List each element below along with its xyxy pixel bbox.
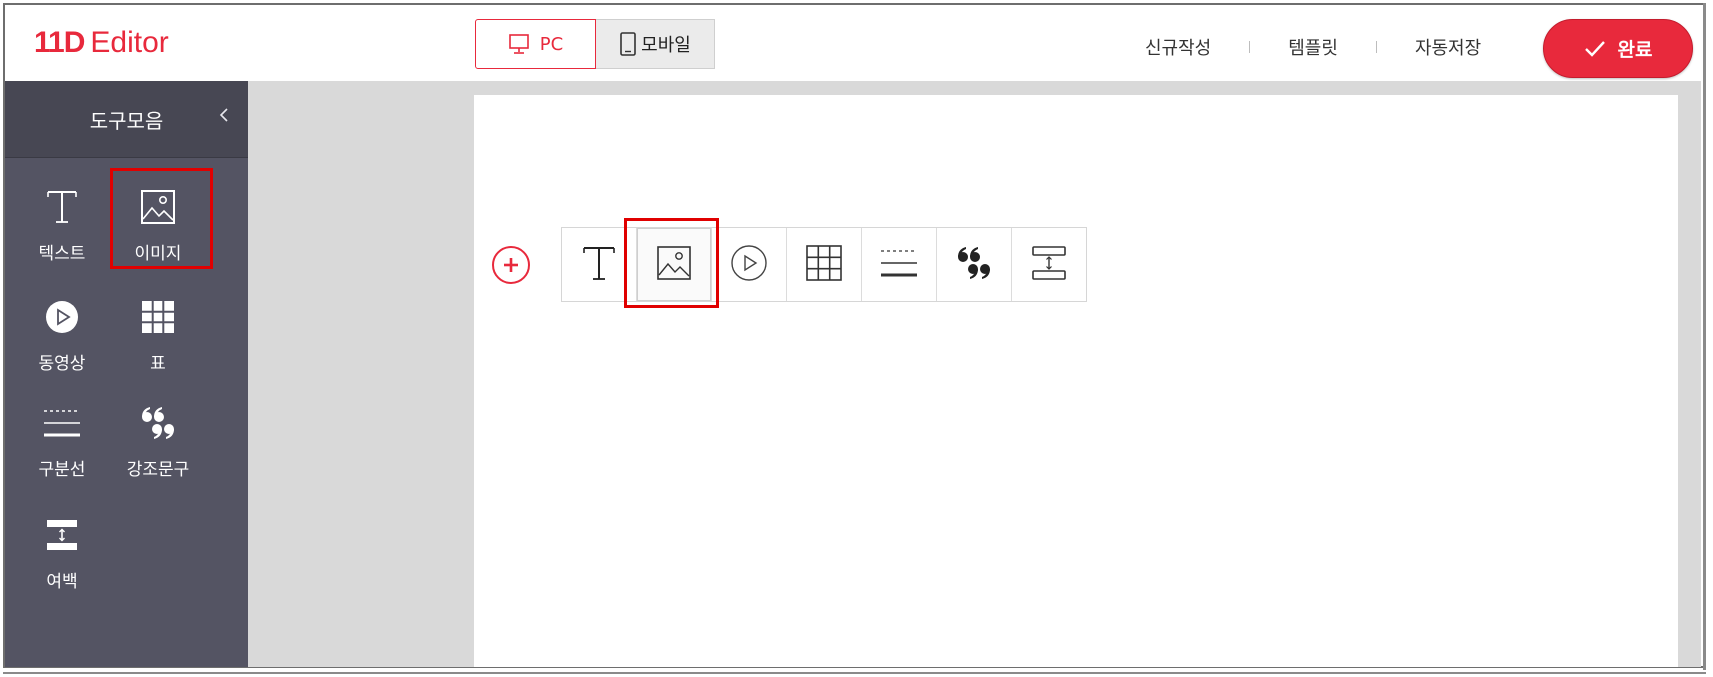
insert-table-button[interactable] [787,228,862,301]
quote-icon [954,245,994,285]
divider-icon [879,245,919,285]
play-icon [44,291,80,343]
table-icon [140,291,176,343]
pc-view-label: PC [539,33,564,55]
tool-label: 텍스트 [38,244,86,264]
quote-icon [138,397,178,449]
tool-label: 강조문구 [126,460,190,480]
tool-table[interactable]: 표 [108,279,208,383]
insert-quote-button[interactable] [937,228,1012,301]
tool-label: 동영상 [38,354,86,374]
tool-label: 여백 [46,572,78,592]
toolbox-sidebar: 도구모음 텍스트 이미지 동영상 표 구분선 강조문구 여백 [5,81,248,667]
mobile-view-button[interactable]: 모바일 [596,19,715,69]
tool-quote[interactable]: 강조문구 [108,385,208,489]
new-document-link[interactable]: 신규작성 [1145,34,1211,60]
mobile-view-label: 모바일 [641,35,691,56]
done-label: 완료 [1617,39,1653,61]
logo-mark: 11D [34,26,85,59]
done-button[interactable]: 완료 [1543,19,1693,78]
document-page[interactable] [474,95,1678,667]
toolbox-title: 도구모음 [89,108,164,133]
spacing-icon [44,509,80,561]
autosave-link[interactable]: 자동저장 [1415,34,1481,60]
link-divider [1249,41,1251,53]
window-edge [3,672,1706,674]
highlight-box [110,168,213,269]
pc-view-button[interactable]: PC [475,19,596,69]
spacing-icon [1030,244,1068,286]
logo[interactable]: 11D Editor [34,23,169,63]
tool-divider[interactable]: 구분선 [12,385,112,489]
divider-icon [42,397,82,449]
insert-divider-button[interactable] [862,228,937,301]
device-toggle: PC 모바일 [475,19,715,69]
top-links: 신규작성 템플릿 자동저장 [1145,34,1481,60]
collapse-sidebar-icon[interactable] [218,105,230,130]
tool-label: 표 [150,354,166,374]
insert-video-button[interactable] [712,228,787,301]
mobile-icon [619,32,637,56]
logo-text: Editor [90,26,169,59]
table-icon [805,244,843,286]
tool-spacing[interactable]: 여백 [12,497,112,601]
tool-video[interactable]: 동영상 [12,279,112,383]
text-icon [581,243,617,287]
add-block-icon[interactable] [492,246,530,284]
highlight-box [624,218,719,308]
text-icon [45,181,79,233]
insert-spacing-button[interactable] [1012,228,1086,301]
window-edge [1703,3,1706,670]
tool-label: 구분선 [38,460,86,480]
link-divider [1375,41,1377,53]
top-header: 11D Editor PC 모바일 신규작성 템플릿 자동저장 완료 [5,5,1701,81]
toolbox-header: 도구모음 [5,81,248,158]
tool-text[interactable]: 텍스트 [12,169,112,273]
monitor-icon [508,33,530,55]
play-icon [730,244,768,286]
template-link[interactable]: 템플릿 [1288,34,1338,60]
check-icon [1584,40,1606,58]
